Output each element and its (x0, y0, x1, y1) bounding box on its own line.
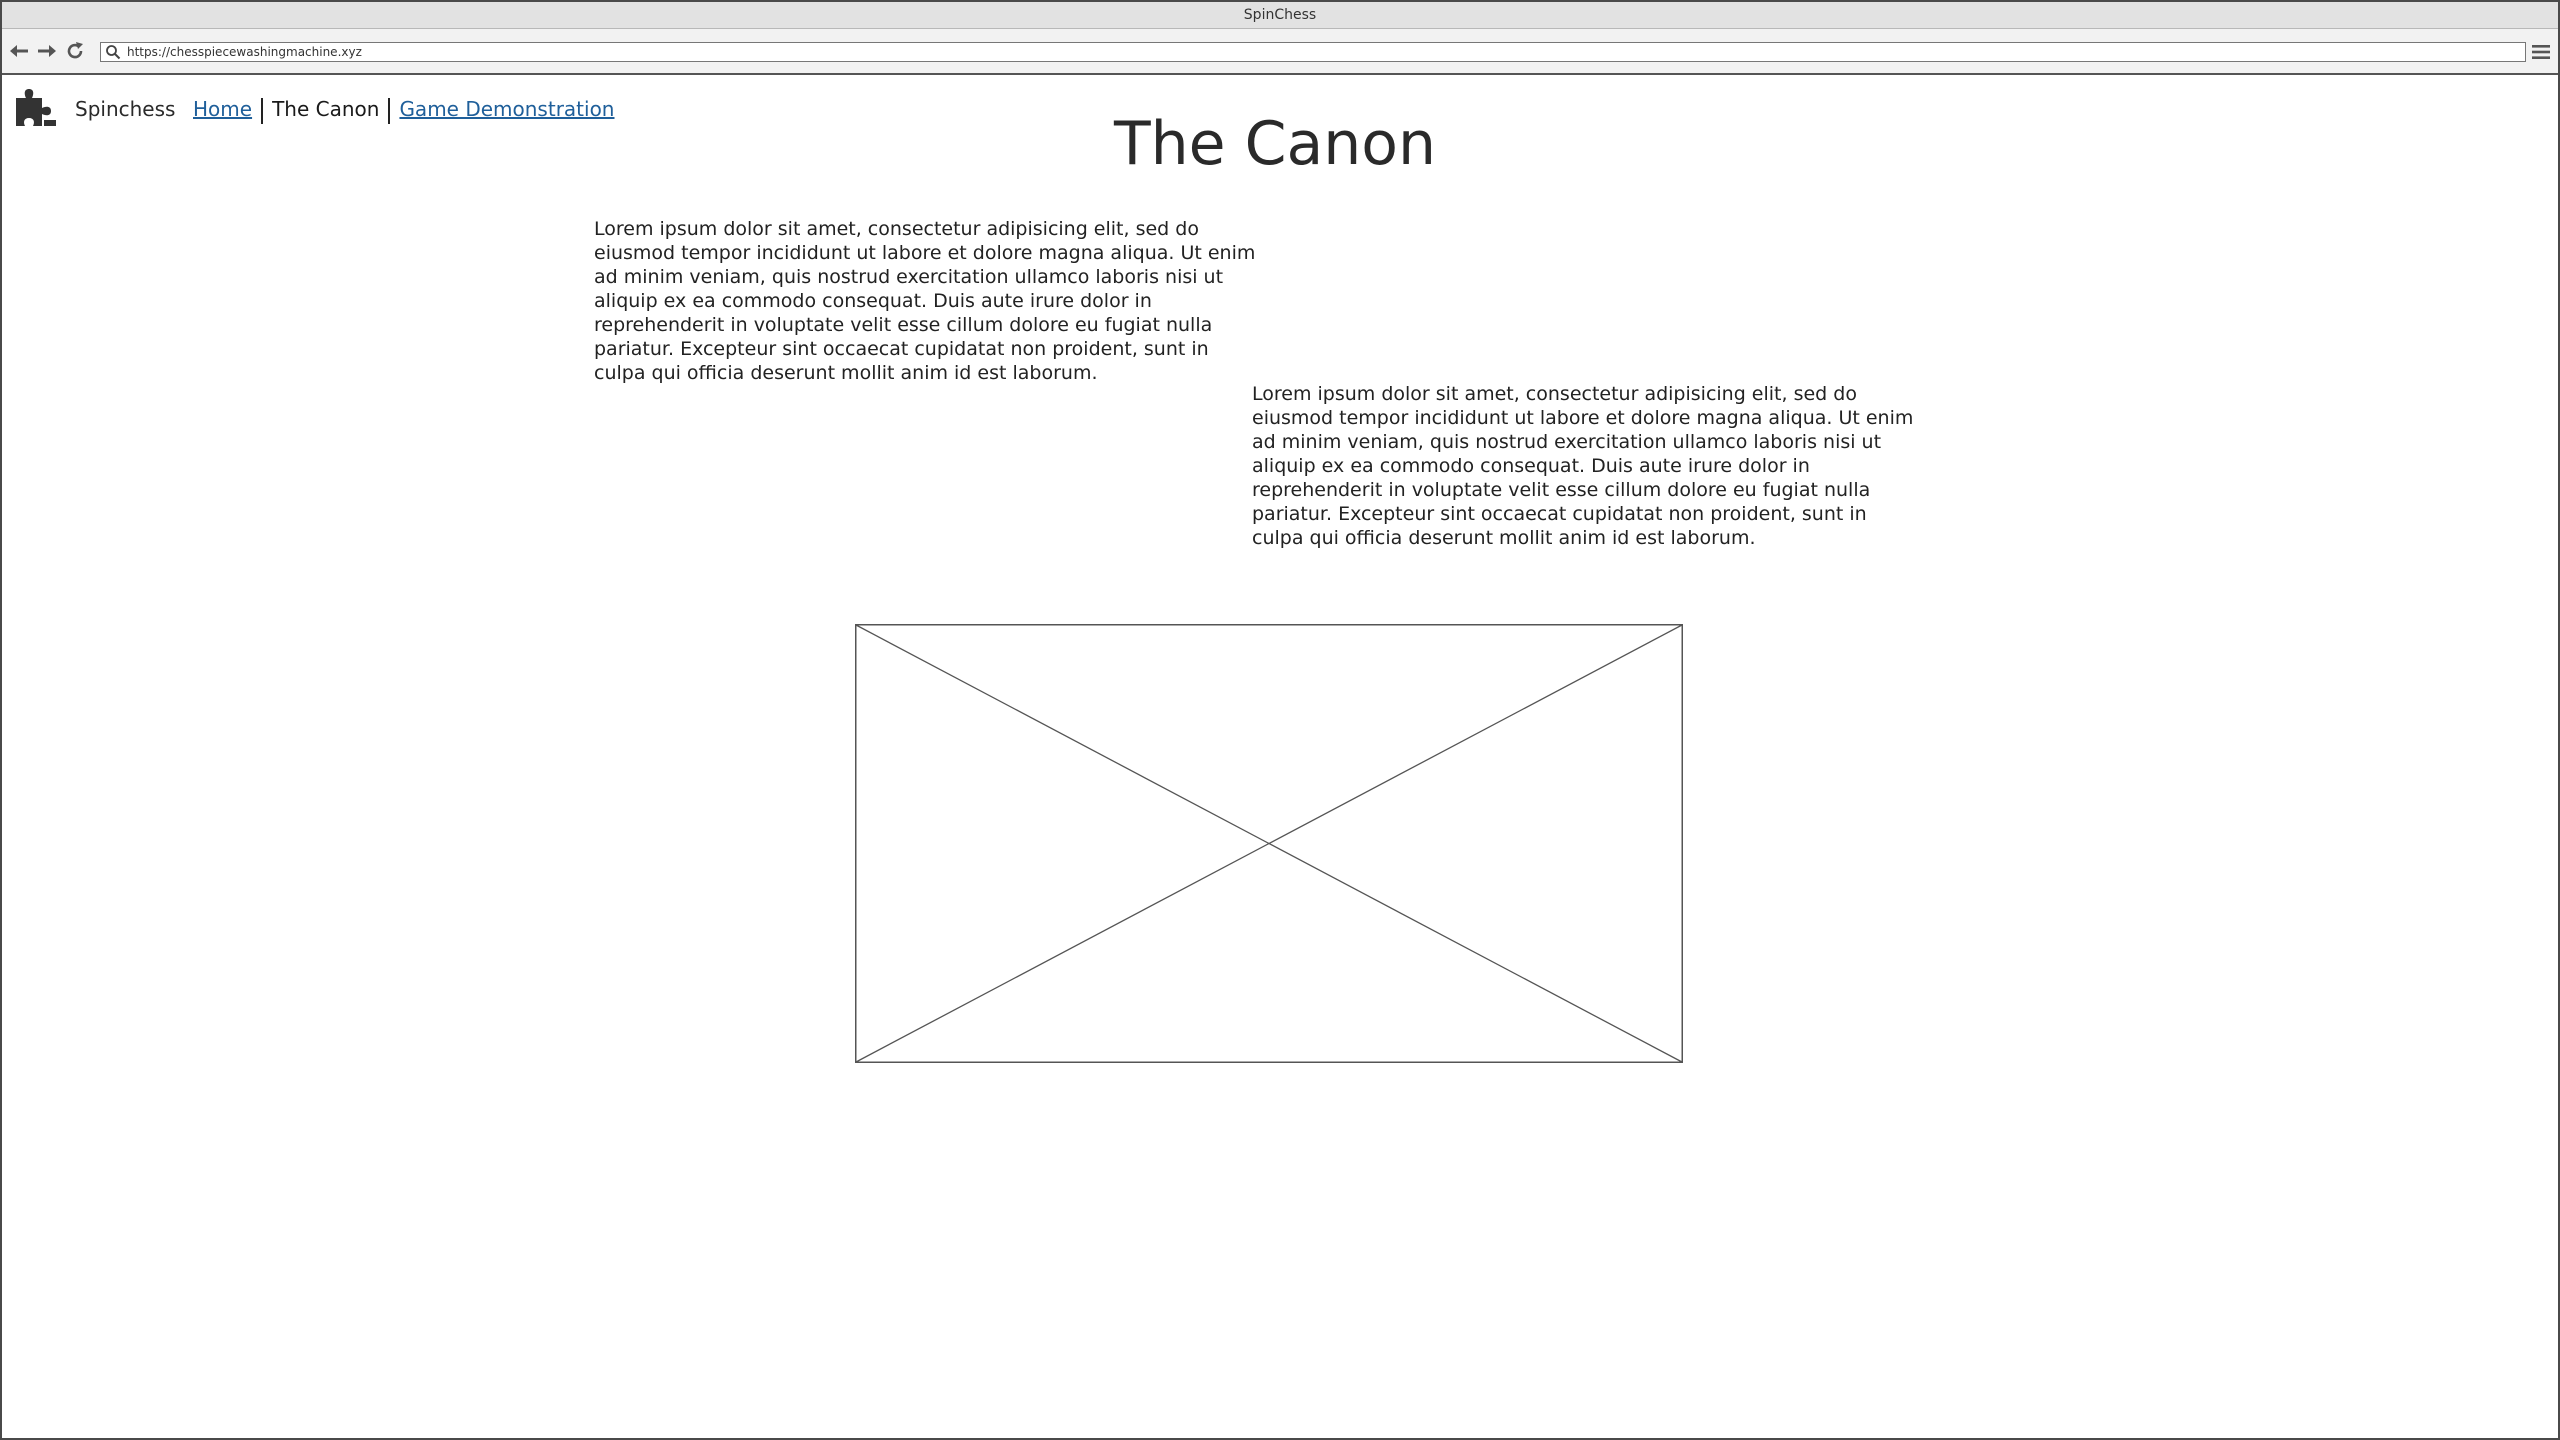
body-paragraph-2: Lorem ipsum dolor sit amet, consectetur … (1252, 383, 1914, 549)
browser-window: SpinChess https://chesspiecewashingmachi… (0, 0, 2560, 1440)
search-icon (105, 44, 121, 60)
hamburger-menu-icon[interactable] (2530, 41, 2552, 63)
back-arrow-icon[interactable] (8, 39, 32, 63)
reload-icon[interactable] (63, 39, 87, 63)
browser-toolbar: https://chesspiecewashingmachine.xyz (2, 29, 2558, 75)
image-placeholder (855, 624, 1683, 1063)
window-title-bar: SpinChess (2, 2, 2558, 29)
url-text: https://chesspiecewashingmachine.xyz (127, 45, 362, 59)
forward-arrow-icon[interactable] (34, 39, 58, 63)
page-title: The Canon (1113, 109, 1437, 179)
window-title: SpinChess (1243, 7, 1317, 23)
body-paragraph-1: Lorem ipsum dolor sit amet, consectetur … (594, 218, 1256, 384)
address-bar[interactable]: https://chesspiecewashingmachine.xyz (100, 42, 2526, 62)
